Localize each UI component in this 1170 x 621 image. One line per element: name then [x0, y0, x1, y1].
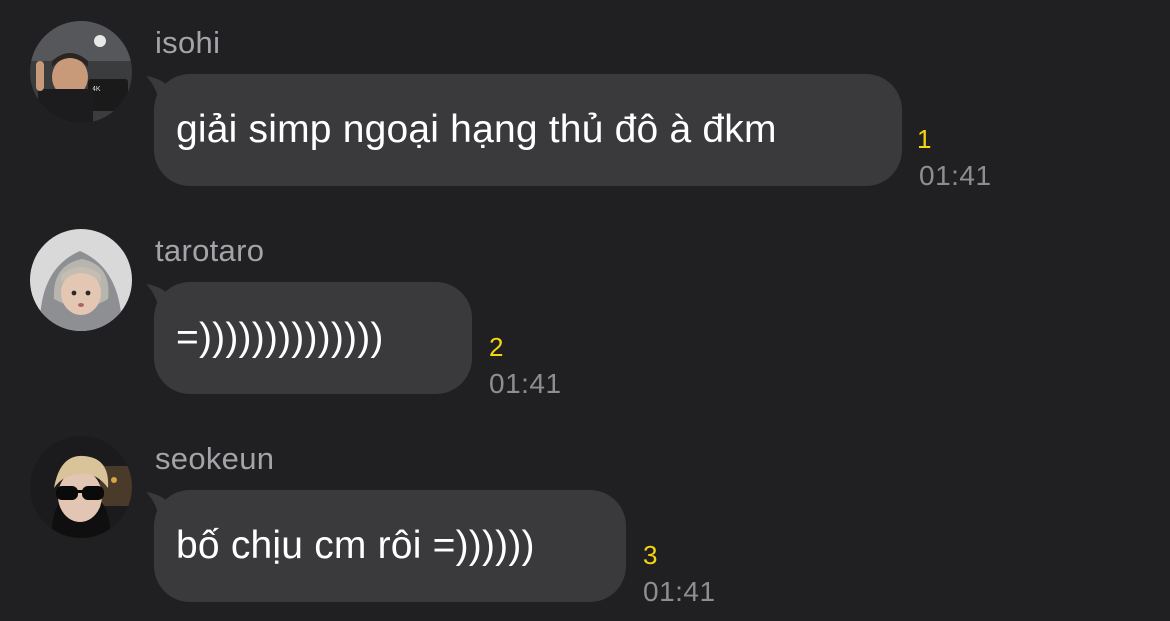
message-text: giải simp ngoại hạng thủ đô à đkm: [154, 74, 902, 186]
message-text: =)))))))))))))): [154, 282, 472, 394]
unread-count: 2: [489, 332, 504, 362]
sender-name[interactable]: tarotaro: [155, 235, 264, 266]
avatar-isohi-icon: 4K: [30, 21, 132, 123]
sender-avatar[interactable]: [30, 436, 132, 538]
sender-name[interactable]: isohi: [155, 27, 220, 58]
avatar-seokeun-icon: [30, 436, 132, 538]
avatar-tarotaro-icon: [30, 229, 132, 331]
message-time: 01:41: [489, 368, 562, 399]
chat-message-list: 4K isohi giải simp ngoại hạng thủ đô à đ…: [0, 0, 1170, 621]
message-time: 01:41: [643, 576, 716, 607]
sender-avatar[interactable]: 4K: [30, 21, 132, 123]
message-text: bố chịu cm rôi =)))))): [154, 490, 626, 602]
unread-count: 1: [917, 124, 932, 154]
svg-text:4K: 4K: [92, 86, 101, 93]
message-time: 01:41: [919, 160, 992, 191]
unread-count: 3: [643, 540, 658, 570]
sender-avatar[interactable]: [30, 229, 132, 331]
sender-name[interactable]: seokeun: [155, 443, 274, 474]
